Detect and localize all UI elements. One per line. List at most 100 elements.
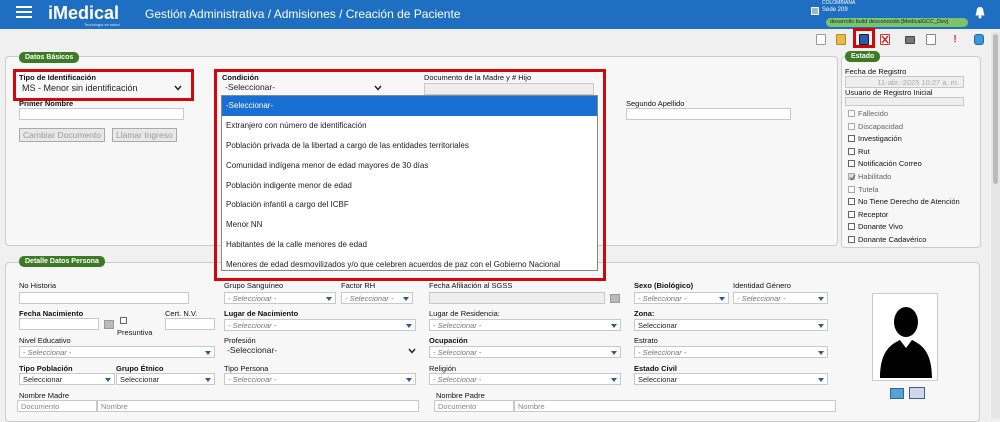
primer-nombre-input[interactable]: [19, 108, 184, 120]
print-icon[interactable]: [905, 36, 915, 44]
chat-icon[interactable]: [974, 34, 984, 45]
padre-documento-input[interactable]: Documento: [434, 400, 514, 412]
sexo-select[interactable]: - Seleccionar -: [634, 292, 729, 304]
grupo-sanguineo-label: Grupo Sanguíneo: [224, 281, 284, 290]
estado-checkbox-label: Discapacidad: [858, 121, 904, 131]
tipo-persona-select[interactable]: - Seleccionar -: [224, 373, 416, 385]
select-value: - Seleccionar -: [433, 321, 482, 330]
estado-checkbox[interactable]: [848, 160, 855, 168]
nivel-educativo-label: Nivel Educativo: [19, 336, 71, 345]
estado-checkbox-label: Donante Vivo: [858, 222, 903, 232]
select-value: Seleccionar: [638, 321, 678, 330]
notification-bell-icon[interactable]: [974, 6, 986, 19]
save-highlight-box: [853, 28, 875, 48]
estado-checkbox[interactable]: [848, 185, 855, 193]
page-scrollbar[interactable]: [991, 32, 1000, 419]
padre-nombre-input[interactable]: Nombre: [514, 400, 836, 412]
new-document-icon[interactable]: [816, 34, 826, 45]
alert-icon[interactable]: !: [950, 34, 960, 45]
religion-label: Religión: [429, 364, 457, 373]
factor-rh-label: Factor RH: [341, 281, 376, 290]
app-logo: iMedical: [48, 3, 120, 23]
profesion-select[interactable]: -Seleccionar-: [224, 345, 420, 357]
nombre-madre-label: Nombre Madre: [19, 391, 70, 400]
usuario-registro-value: [845, 97, 964, 106]
no-historia-label: No Historia: [19, 281, 57, 290]
zona-select[interactable]: Seleccionar: [634, 319, 828, 331]
estado-checkbox[interactable]: [848, 236, 855, 243]
select-value: - Seleccionar -: [737, 294, 786, 303]
primer-nombre-label: Primer Nombre: [19, 99, 74, 108]
open-folder-icon[interactable]: [836, 34, 846, 45]
tipo-poblacion-label: Tipo Población: [19, 364, 73, 373]
datos-basicos-legend: Datos Básicos: [19, 52, 80, 63]
ocupacion-label: Ocupación: [429, 336, 468, 345]
estado-checkbox[interactable]: [848, 135, 855, 143]
lugar-nacimiento-label: Lugar de Nacimiento: [224, 309, 299, 318]
estado-checkbox[interactable]: [848, 147, 855, 155]
camera-icon[interactable]: [890, 388, 904, 399]
llamar-ingreso-button[interactable]: Llamar Ingreso: [112, 128, 177, 142]
select-value: Seleccionar: [638, 375, 678, 384]
cert-nv-label: Cert. N.V.: [165, 309, 198, 318]
upload-image-icon[interactable]: [909, 387, 925, 399]
estado-checkbox[interactable]: [848, 122, 855, 130]
nombre-padre-label: Nombre Padre: [436, 391, 485, 400]
factor-rh-select[interactable]: - Seleccionar -: [341, 292, 413, 304]
cert-nv-input[interactable]: [165, 318, 215, 330]
scrollbar-thumb[interactable]: [993, 34, 998, 184]
grupo-sanguineo-select[interactable]: - Seleccionar -: [224, 292, 336, 304]
lugar-nacimiento-select[interactable]: - Seleccionar -: [224, 319, 416, 331]
cambiar-documento-button[interactable]: Cambiar Documento: [19, 128, 105, 142]
preview-icon[interactable]: [926, 34, 936, 45]
estado-civil-select[interactable]: Seleccionar: [634, 373, 828, 385]
select-value: - Seleccionar -: [228, 375, 277, 384]
identidad-genero-select[interactable]: - Seleccionar -: [733, 292, 828, 304]
calendar-icon[interactable]: [104, 320, 114, 329]
tipo-persona-label: Tipo Persona: [224, 364, 269, 373]
estado-checkbox[interactable]: [848, 198, 855, 206]
fecha-afiliacion-input[interactable]: [429, 292, 605, 304]
country-label: COLOMBIANA: [822, 0, 856, 6]
nivel-educativo-select[interactable]: - Seleccionar -: [19, 346, 215, 358]
select-value: - Seleccionar -: [433, 375, 482, 384]
environment-badge: desarrollo build desconocido [MedicalGCC…: [826, 18, 968, 27]
madre-documento-input[interactable]: Documento: [17, 400, 97, 412]
calendar-icon[interactable]: [610, 294, 620, 303]
estado-checkbox[interactable]: [848, 210, 855, 218]
fecha-nacimiento-label: Fecha Nacimiento: [19, 309, 84, 318]
condicion-highlight-box: [214, 69, 606, 281]
toolbar: !: [812, 32, 990, 48]
breadcrumb: Gestión Administrativa / Admisiones / Cr…: [145, 7, 461, 21]
estrato-label: Estrato: [634, 336, 658, 345]
profesion-label: Profesión: [224, 336, 256, 345]
presuntiva-checkbox[interactable]: [120, 317, 127, 324]
top-bar: iMedical Tecnología en salud Gestión Adm…: [0, 0, 1000, 29]
madre-nombre-input[interactable]: Nombre: [97, 400, 419, 412]
delete-icon[interactable]: [880, 34, 890, 45]
select-value: -Seleccionar-: [227, 345, 278, 355]
estado-checkbox[interactable]: [848, 223, 855, 231]
estado-checkbox[interactable]: [848, 173, 856, 181]
lugar-residencia-select[interactable]: - Seleccionar -: [429, 319, 621, 331]
tipo-poblacion-select[interactable]: Seleccionar: [19, 373, 115, 385]
estrato-select[interactable]: - Seleccionar -: [634, 346, 828, 358]
select-value: - Seleccionar -: [433, 348, 482, 357]
segundo-apellido-label: Segundo Apellido: [626, 99, 685, 108]
segundo-apellido-input[interactable]: [626, 108, 791, 120]
estado-checkbox-label: Rut: [858, 146, 870, 156]
app-tagline: Tecnología en salud: [84, 22, 120, 27]
building-icon: [811, 7, 819, 15]
fecha-nacimiento-input[interactable]: [19, 318, 99, 330]
site-label: Sede 209: [822, 7, 848, 13]
ocupacion-select[interactable]: - Seleccionar -: [429, 346, 621, 358]
estado-checkbox-label: Notificación Correo: [858, 159, 922, 169]
hamburger-menu-icon[interactable]: [16, 6, 32, 18]
estado-checkbox[interactable]: [848, 110, 855, 117]
estado-civil-label: Estado Civil: [634, 364, 677, 373]
religion-select[interactable]: - Seleccionar -: [429, 373, 621, 385]
grupo-etnico-select[interactable]: Seleccionar: [116, 373, 215, 385]
no-historia-input[interactable]: [19, 292, 189, 304]
patient-photo-placeholder: [872, 293, 938, 381]
usuario-registro-label: Usuario de Registro Inicial: [845, 88, 933, 97]
